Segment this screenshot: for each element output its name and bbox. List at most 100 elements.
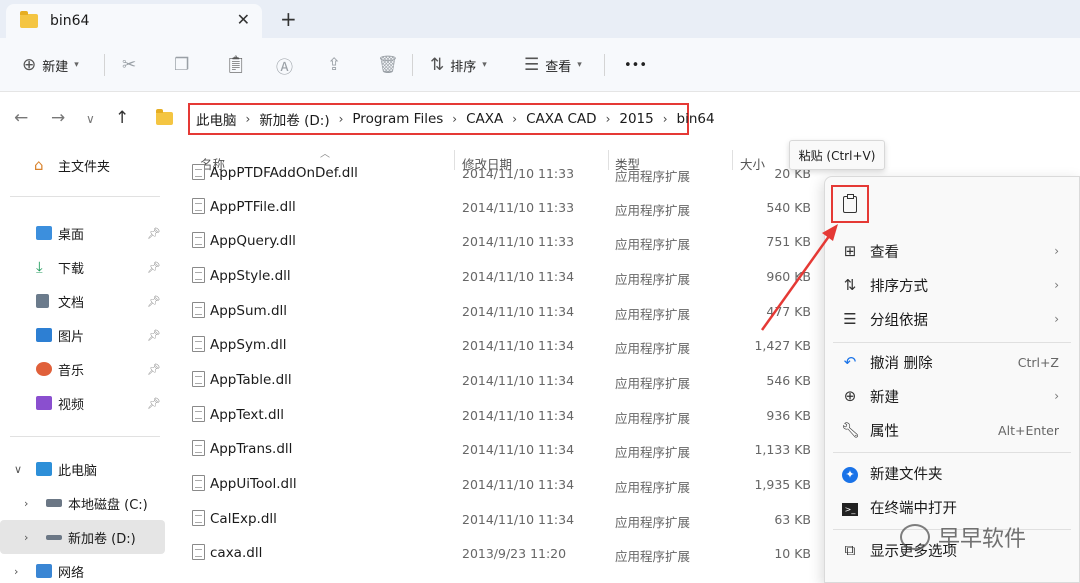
file-row[interactable]: AppTable.dll 2014/11/10 11:34 应用程序扩展 546… [186,363,825,397]
rename-button[interactable]: Ⓐ [276,50,293,80]
file-row[interactable]: AppStyle.dll 2014/11/10 11:34 应用程序扩展 960… [186,259,825,293]
sidebar-item-music[interactable]: 音乐 📌︎ [0,354,165,384]
address-bar[interactable]: 此电脑 › 新加卷 (D:) › Program Files › CAXA › … [188,103,715,135]
menu-item-label: 撤消 删除 [870,355,933,372]
file-row[interactable]: AppSum.dll 2014/11/10 11:34 应用程序扩展 477 K… [186,294,825,328]
drive-icon [46,499,62,507]
file-name: AppQuery.dll [210,233,296,249]
file-row[interactable]: caxa.dll 2013/9/23 11:20 应用程序扩展 10 KB [186,536,825,570]
pin-icon[interactable]: 📌︎ [147,397,161,410]
pin-icon[interactable]: 📌︎ [147,227,161,240]
forward-arrow-icon[interactable]: → [51,108,65,128]
share-button[interactable]: ⇪ [327,50,341,80]
paste-toolbar-button[interactable]: 📋︎ [225,50,247,80]
shortcut-text: Ctrl+Z [1017,354,1059,370]
file-row[interactable]: AppUiTool.dll 2014/11/10 11:34 应用程序扩展 1,… [186,467,825,501]
clipboard-icon: 📋︎ [225,55,247,75]
menu-item-group-by[interactable]: ☰ 分组依据 › [825,302,1079,336]
dll-file-icon [192,336,205,352]
file-row[interactable]: CalExp.dll 2014/11/10 11:34 应用程序扩展 63 KB [186,502,825,536]
external-icon: ⧉ [844,541,856,559]
pin-icon[interactable]: 📌︎ [147,261,161,274]
view-button[interactable]: ☰ 查看 ▾ [524,50,582,80]
file-name: AppSym.dll [210,337,287,353]
file-row[interactable]: AppSym.dll 2014/11/10 11:34 应用程序扩展 1,427… [186,328,825,362]
divider [10,196,160,197]
wechat-icon [900,524,930,550]
recent-chevron-icon[interactable]: ∨ [86,112,95,126]
breadcrumb-this-pc[interactable]: 此电脑 [194,109,239,129]
sidebar-item-drive-c[interactable]: › 本地磁盘 (C:) [0,488,165,518]
file-date: 2014/11/10 11:33 [462,234,575,249]
sidebar-item-home[interactable]: ⌂ 主文件夹 [0,150,165,180]
up-arrow-icon[interactable]: ↑ [115,108,129,128]
file-row[interactable]: AppPTFile.dll 2014/11/10 11:33 应用程序扩展 54… [186,190,825,224]
sidebar-item-label: 桌面 [58,227,85,243]
breadcrumb-drive-d[interactable]: 新加卷 (D:) [257,109,331,129]
menu-item-open-terminal[interactable]: >_ 在终端中打开 [825,490,1079,524]
dll-file-icon [192,544,205,560]
copy-button[interactable]: ❐ [174,50,189,80]
file-row[interactable]: AppQuery.dll 2014/11/10 11:33 应用程序扩展 751… [186,224,825,258]
tab-bin64[interactable]: bin64 ✕ [6,4,262,38]
desktop-icon [36,226,52,240]
plus-circle-icon: ⊕ [22,55,37,75]
file-date: 2014/11/10 11:34 [462,269,575,284]
sidebar-item-label: 音乐 [58,363,85,379]
pin-icon[interactable]: 📌︎ [147,329,161,342]
menu-item-new[interactable]: ⊕ 新建 › [825,379,1079,413]
sidebar-item-label: 网络 [58,565,85,581]
breadcrumb-caxa-cad[interactable]: CAXA CAD [524,111,599,127]
file-type: 应用程序扩展 [615,203,691,218]
sidebar-item-videos[interactable]: 视频 📌︎ [0,388,165,418]
menu-item-properties[interactable]: 🔧︎ 属性 Alt+Enter [825,413,1079,447]
breadcrumb-caxa[interactable]: CAXA [464,111,505,127]
pin-icon[interactable]: 📌︎ [147,363,161,376]
menu-item-undo-delete[interactable]: ↶ 撤消 删除 Ctrl+Z [825,345,1079,379]
menu-item-new-folder[interactable]: ✦ 新建文件夹 [825,456,1079,490]
file-type: 应用程序扩展 [615,307,691,322]
chevron-right-icon[interactable]: › [24,497,28,510]
file-size: 477 KB [766,304,811,319]
file-date: 2013/9/23 11:20 [462,546,567,561]
cut-button[interactable]: ✂ [122,50,136,80]
new-tab-button[interactable]: + [280,7,297,31]
trash-icon: 🗑︎ [377,55,399,75]
new-button[interactable]: ⊕ 新建 ▾ [22,50,79,80]
breadcrumb-program-files[interactable]: Program Files [350,111,445,127]
chevron-right-icon[interactable]: › [24,531,28,544]
file-row[interactable]: AppTrans.dll 2014/11/10 11:34 应用程序扩展 1,1… [186,432,825,466]
sidebar-item-documents[interactable]: 文档 📌︎ [0,286,165,316]
more-button[interactable]: ••• [624,50,647,80]
close-icon[interactable]: ✕ [237,10,250,29]
sidebar-item-drive-d[interactable]: › 新加卷 (D:) [0,520,165,554]
dll-file-icon [192,371,205,387]
file-row[interactable]: AppText.dll 2014/11/10 11:34 应用程序扩展 936 … [186,398,825,432]
breadcrumb-bin64[interactable]: bin64 [675,111,717,127]
paste-button[interactable] [831,185,869,223]
plus-circle-icon: ⊕ [843,387,857,405]
file-type: 应用程序扩展 [615,341,691,356]
sidebar-item-desktop[interactable]: 桌面 📌︎ [0,218,165,248]
chevron-right-icon[interactable]: › [14,565,18,578]
dll-file-icon [192,475,205,491]
sort-label: 排序 [450,59,477,75]
paste-tooltip: 粘贴 (Ctrl+V) [789,140,885,170]
sidebar-item-this-pc[interactable]: ∨ 此电脑 [0,454,165,484]
file-size: 1,935 KB [754,477,811,492]
back-arrow-icon[interactable]: ← [14,108,28,128]
pin-icon[interactable]: 📌︎ [147,295,161,308]
delete-button[interactable]: 🗑︎ [377,50,399,80]
sort-button[interactable]: ⇅ 排序 ▾ [430,50,487,80]
chevron-down-icon[interactable]: ∨ [14,463,22,476]
file-date: 2014/11/10 11:34 [462,512,575,527]
sidebar-item-pictures[interactable]: 图片 📌︎ [0,320,165,350]
breadcrumb-separator: › [245,112,251,126]
menu-item-sort-by[interactable]: ⇅ 排序方式 › [825,268,1079,302]
menu-item-view[interactable]: ⊞ 查看 › [825,234,1079,268]
sidebar-item-network[interactable]: › 网络 [0,556,165,583]
sidebar-item-downloads[interactable]: ⤓ 下载 📌︎ [0,252,165,282]
sort-icon: ⇅ [843,276,857,294]
undo-icon: ↶ [843,353,857,371]
breadcrumb-2015[interactable]: 2015 [617,111,655,127]
